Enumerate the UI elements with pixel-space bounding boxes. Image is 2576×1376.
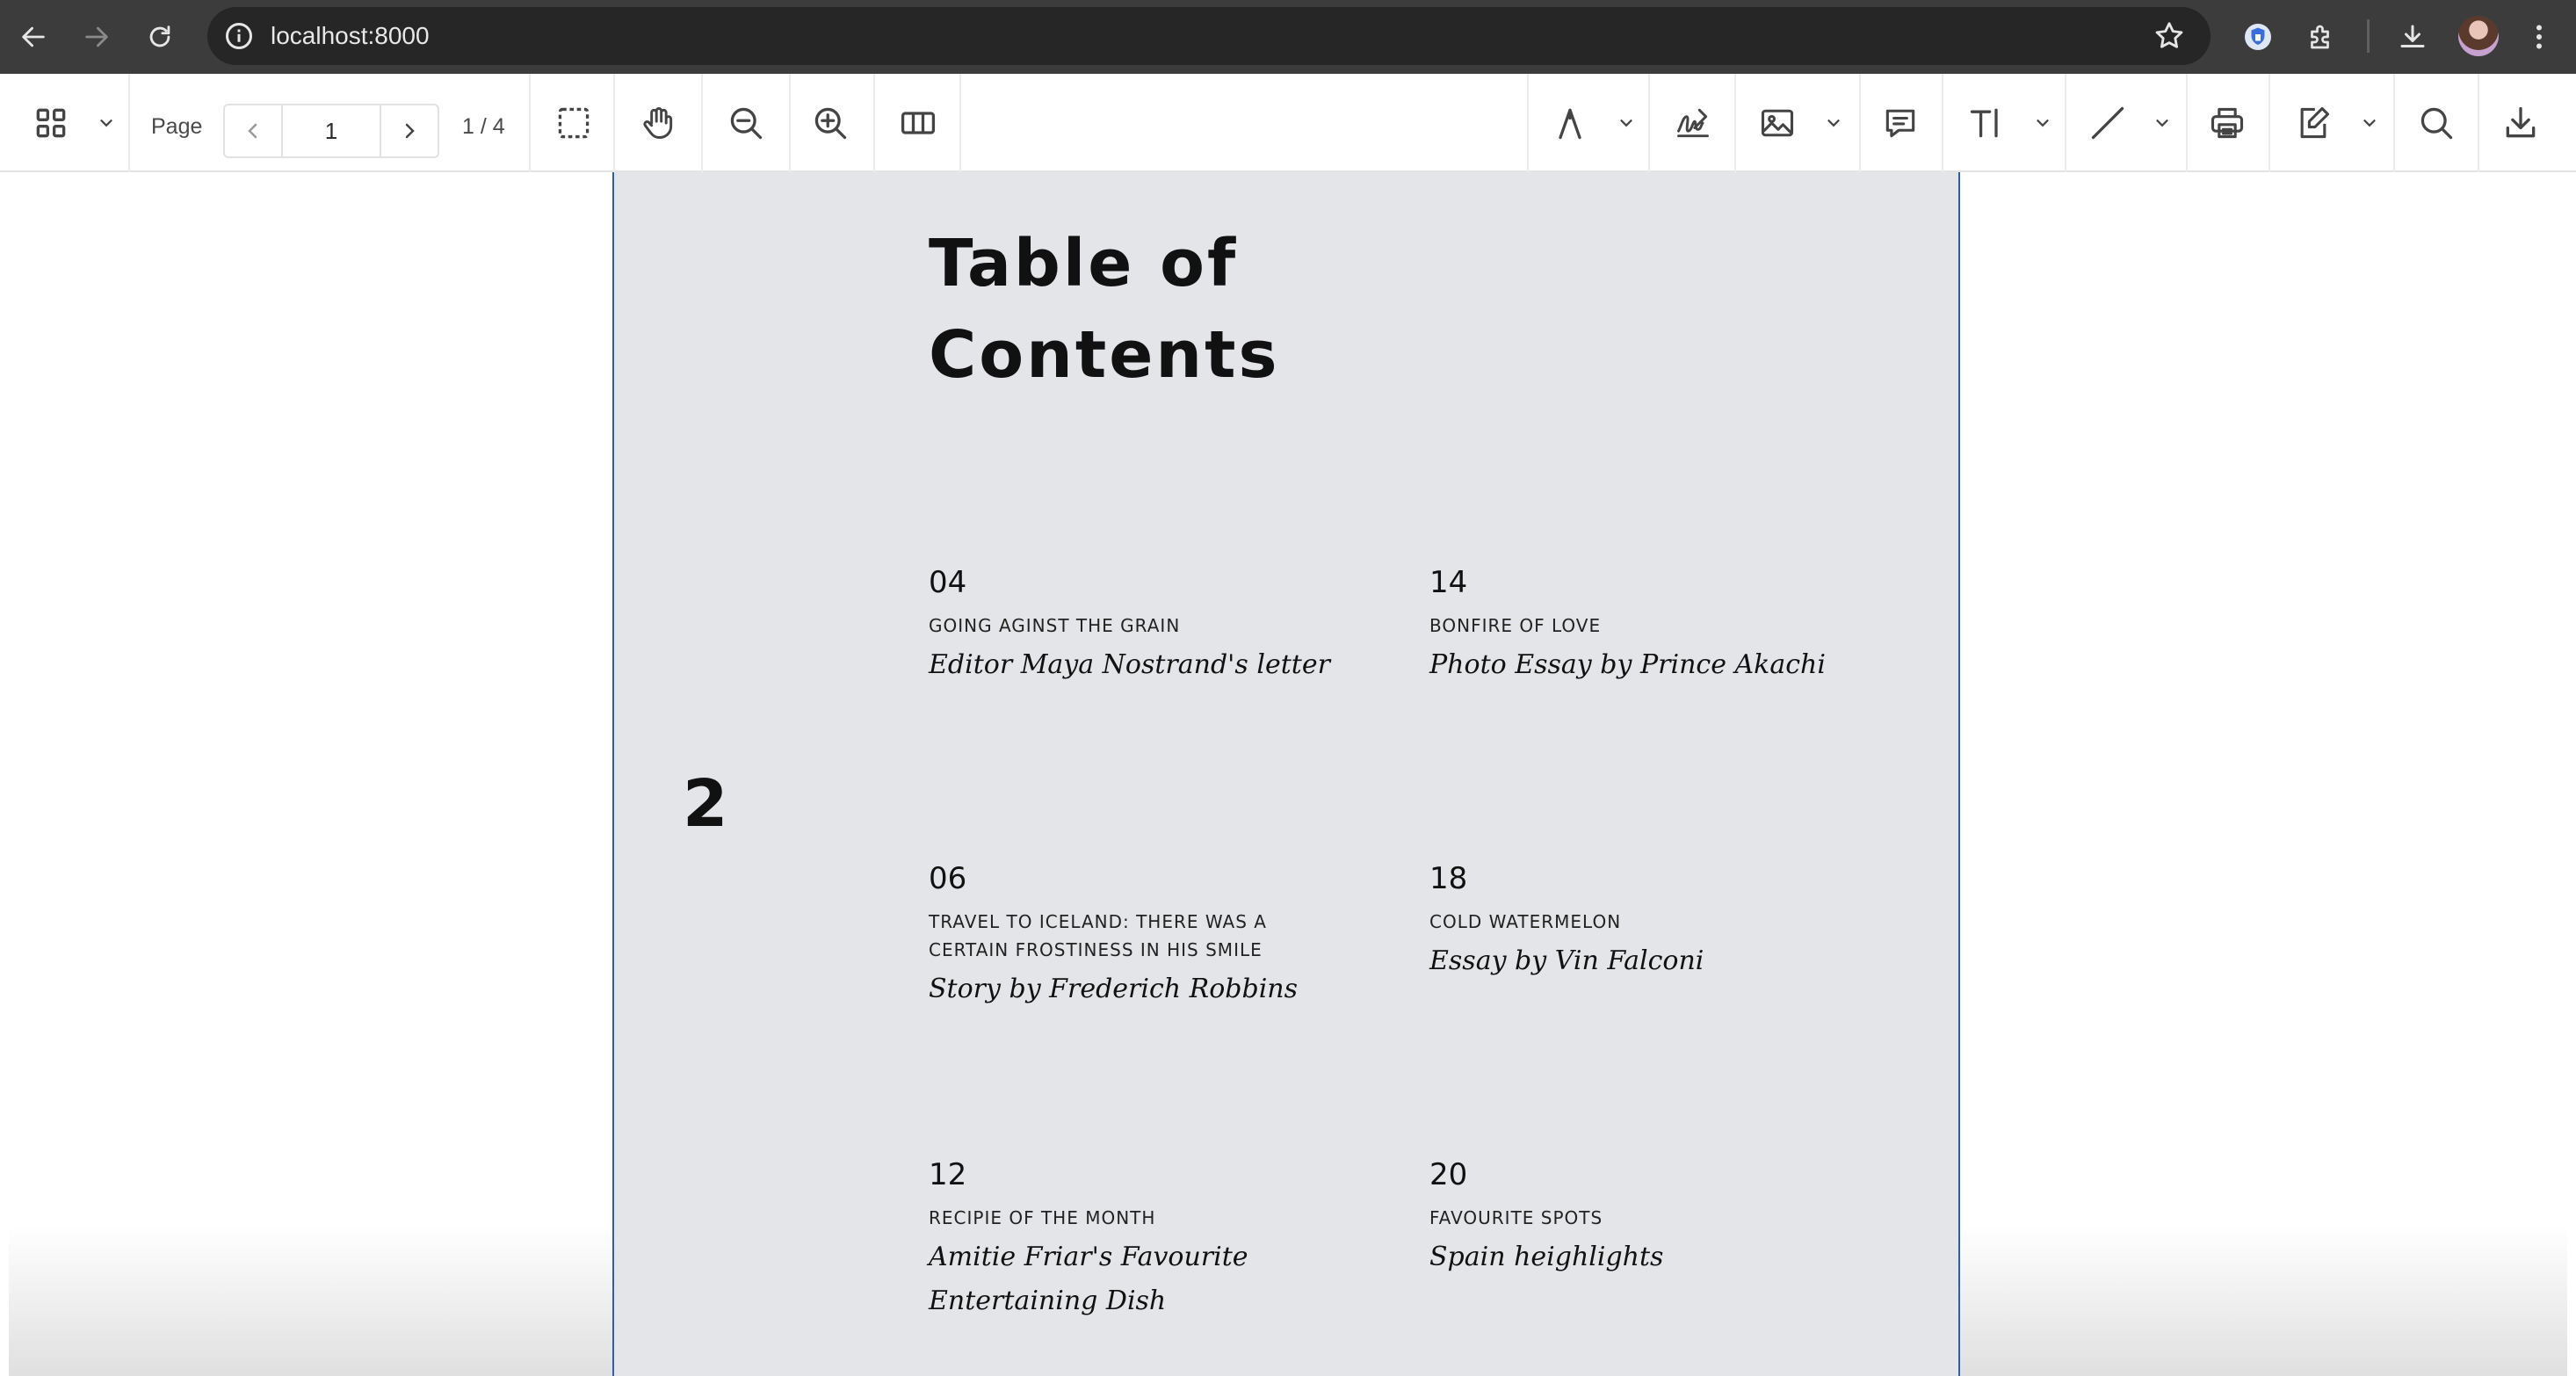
toolbar-divider	[2268, 74, 2270, 172]
document-viewport[interactable]: Table of Contents 2 04 GOING AGINST THE …	[0, 172, 2576, 1376]
site-info-icon[interactable]	[223, 20, 255, 52]
thumbnails-grid-icon[interactable]	[26, 93, 76, 153]
page-navigator	[223, 104, 439, 158]
pen-tool-icon[interactable]	[1543, 93, 1597, 153]
bookmark-star-icon[interactable]	[2153, 19, 2186, 53]
chevron-down-icon[interactable]	[1611, 93, 1641, 153]
toolbar-divider	[2478, 74, 2479, 172]
toc-entry-kicker: GOING AGINST THE GRAIN	[929, 615, 1181, 636]
toolbar-divider	[959, 74, 961, 172]
toolbar-divider	[1734, 74, 1736, 172]
chevron-down-icon[interactable]	[2028, 93, 2058, 153]
toolbar-divider	[1942, 74, 1943, 172]
kebab-menu-icon[interactable]	[2516, 14, 2562, 60]
chevron-down-icon[interactable]	[91, 93, 121, 153]
search-icon[interactable]	[2409, 93, 2464, 153]
toc-entry-kicker: COLD WATERMELON	[1429, 911, 1622, 932]
toolbar-divider	[789, 74, 791, 172]
toc-entry: 04 GOING AGINST THE GRAIN Editor Maya No…	[929, 564, 1342, 687]
pdf-page: Table of Contents 2 04 GOING AGINST THE …	[612, 172, 1960, 1376]
forward-icon[interactable]	[72, 12, 121, 62]
edit-document-icon[interactable]	[2286, 93, 2341, 153]
chevron-down-icon[interactable]	[2355, 93, 2384, 153]
profile-avatar[interactable]	[2458, 16, 2499, 56]
toolbar-divider	[1527, 74, 1529, 172]
toc-entry-byline: Photo Essay by Prince Akachi	[1429, 649, 1826, 680]
toolbar-divider	[701, 74, 703, 172]
toolbar-divider	[529, 74, 531, 172]
toc-entry: 12 RECIPIE OF THE MONTH Amitie Friar's F…	[929, 1156, 1342, 1323]
toc-entry-byline: Essay by Vin Falconi	[1429, 945, 1704, 976]
toc-entry: 20 FAVOURITE SPOTS Spain heighlights	[1429, 1156, 1842, 1279]
page-title: Table of Contents	[929, 226, 1280, 393]
back-icon[interactable]	[9, 12, 58, 62]
toc-entry-byline: Amitie Friar's Favourite Entertaining Di…	[929, 1242, 1248, 1316]
toolbar-divider	[1859, 74, 1861, 172]
toc-entry: 06 TRAVEL TO ICELAND: THERE WAS A CERTAI…	[929, 860, 1342, 1011]
toolbar-divider	[613, 74, 615, 172]
line-tool-icon[interactable]	[2080, 93, 2135, 153]
page-number: 2	[683, 766, 728, 842]
previous-page-button[interactable]	[225, 105, 283, 156]
toolbar-divider	[2393, 74, 2395, 172]
toolbar-divider	[2065, 74, 2066, 172]
marquee-select-icon[interactable]	[546, 93, 601, 153]
pan-hand-icon[interactable]	[631, 93, 685, 153]
toc-entry-kicker: BONFIRE OF LOVE	[1429, 615, 1602, 636]
viewer-toolbar: Page 1 / 4	[0, 74, 2576, 172]
extension-shield-icon[interactable]	[2235, 14, 2281, 60]
toc-entry-page: 18	[1429, 861, 1468, 896]
toc-entry-page: 12	[929, 1157, 967, 1192]
toc-entry-kicker: RECIPIE OF THE MONTH	[929, 1207, 1156, 1228]
toc-entry-page: 20	[1429, 1157, 1468, 1192]
toc-entry-byline: Story by Frederich Robbins	[929, 974, 1299, 1004]
toc-entry-page: 04	[929, 565, 967, 600]
comment-icon[interactable]	[1873, 93, 1928, 153]
chevron-down-icon[interactable]	[2147, 93, 2177, 153]
toc-entry-byline: Editor Maya Nostrand's letter	[929, 649, 1330, 680]
signature-icon[interactable]	[1666, 93, 1720, 153]
zoom-out-icon[interactable]	[719, 93, 773, 153]
page-label: Page	[151, 114, 203, 139]
download-icon[interactable]	[2493, 93, 2548, 153]
toc-entry-page: 14	[1429, 565, 1468, 600]
toolbar-divider	[873, 74, 875, 172]
toolbar-divider	[2367, 19, 2370, 53]
downloads-icon[interactable]	[2390, 14, 2435, 60]
toc-entry: 18 COLD WATERMELON Essay by Vin Falconi	[1429, 860, 1842, 983]
toc-entry-page: 06	[929, 861, 967, 896]
toc-entry-kicker: TRAVEL TO ICELAND: THERE WAS A CERTAIN F…	[929, 911, 1267, 960]
print-icon[interactable]	[2200, 93, 2254, 153]
page-count: 1 / 4	[462, 114, 505, 139]
two-page-view-icon[interactable]	[891, 93, 945, 153]
text-tool-icon[interactable]	[1959, 93, 2014, 153]
reload-icon[interactable]	[135, 12, 185, 62]
toc-entry-byline: Spain heighlights	[1429, 1242, 1664, 1272]
address-bar[interactable]: localhost:8000	[207, 7, 2211, 65]
toolbar-divider	[128, 74, 130, 172]
toc-entry: 14 BONFIRE OF LOVE Photo Essay by Prince…	[1429, 564, 1842, 687]
toolbar-divider	[2186, 74, 2188, 172]
next-page-button[interactable]	[380, 105, 438, 156]
page-number-input[interactable]	[283, 105, 380, 156]
extensions-puzzle-icon[interactable]	[2298, 14, 2344, 60]
chevron-down-icon[interactable]	[1819, 93, 1849, 153]
address-url[interactable]: localhost:8000	[271, 21, 430, 51]
toolbar-divider	[1648, 74, 1650, 172]
image-icon[interactable]	[1750, 93, 1805, 153]
toc-entry-kicker: FAVOURITE SPOTS	[1429, 1207, 1603, 1228]
browser-top-bar: localhost:8000	[0, 0, 2576, 74]
zoom-in-icon[interactable]	[803, 93, 857, 153]
